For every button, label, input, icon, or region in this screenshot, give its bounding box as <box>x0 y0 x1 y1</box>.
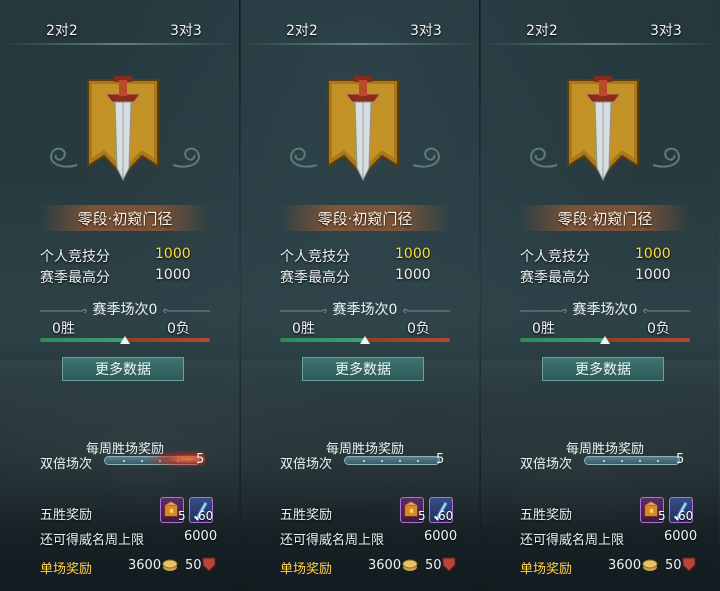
personal-score-value: 1000 <box>395 246 431 262</box>
cloud-ornament-right-icon <box>652 147 680 168</box>
tab-3v3[interactable]: 3对3 <box>410 20 442 40</box>
personal-score-label: 个人竞技分 <box>520 249 590 265</box>
chest-count: 5 <box>178 509 186 523</box>
personal-score-label: 个人竞技分 <box>40 249 110 265</box>
single-shield-value: 50 <box>185 558 202 573</box>
double-matches-count: 5 <box>196 452 205 467</box>
double-matches-progress <box>584 456 680 465</box>
arena-panel-3: 2对2 3对3 零段·初窥门径 个人竞技分 1000 赛季最高分 1000 赛季… <box>480 0 719 591</box>
fame-weekly-cap-label: 还可得威名周上限 <box>40 533 145 548</box>
double-matches-label: 双倍场次 <box>40 457 93 472</box>
double-matches-count: 5 <box>676 452 685 467</box>
rank-sword-banner-icon <box>327 76 399 182</box>
single-coin-value: 3600 <box>368 558 402 573</box>
single-match-reward-label: 单场奖励 <box>40 562 93 577</box>
wins-count: 0胜 <box>52 321 75 337</box>
blade-count: 60 <box>198 509 214 523</box>
season-best-value: 1000 <box>635 267 671 283</box>
win-loss-marker <box>600 336 610 344</box>
blade-count: 60 <box>678 509 694 523</box>
personal-score-value: 1000 <box>635 246 671 262</box>
tab-2v2[interactable]: 2对2 <box>526 20 558 40</box>
coin-icon <box>402 559 418 571</box>
fame-weekly-cap-value: 6000 <box>184 529 218 544</box>
season-matches: 赛季场次0 <box>92 302 158 318</box>
cloud-ornament-right-icon <box>412 147 440 168</box>
single-coin-value: 3600 <box>128 558 162 573</box>
single-shield-value: 50 <box>665 558 682 573</box>
rank-sword-banner-icon <box>87 76 159 182</box>
cloud-ornament-left-icon <box>50 147 78 168</box>
shield-icon <box>442 557 456 572</box>
divider-ornament-right-icon <box>163 308 210 314</box>
single-shield-value: 50 <box>425 558 442 573</box>
double-matches-count: 5 <box>436 452 445 467</box>
cloud-ornament-left-icon <box>290 147 318 168</box>
double-matches-label: 双倍场次 <box>520 457 573 472</box>
fame-weekly-cap-label: 还可得威名周上限 <box>520 533 625 548</box>
tab-2v2[interactable]: 2对2 <box>46 20 78 40</box>
shield-icon <box>682 557 696 572</box>
wins-count: 0胜 <box>292 321 315 337</box>
season-best-label: 赛季最高分 <box>280 270 350 286</box>
win-loss-marker <box>360 336 370 344</box>
tab-2v2[interactable]: 2对2 <box>286 20 318 40</box>
personal-score-label: 个人竞技分 <box>280 249 350 265</box>
single-coin-value: 3600 <box>608 558 642 573</box>
tab-underline <box>240 43 479 45</box>
tab-3v3[interactable]: 3对3 <box>650 20 682 40</box>
coin-icon <box>642 559 658 571</box>
season-best-value: 1000 <box>155 267 191 283</box>
shield-icon <box>202 557 216 572</box>
losses-count: 0负 <box>407 321 430 337</box>
arena-panel-1: 2对2 3对3 零段·初窥门径 个人竞技分 1000 赛季最高分 1000 赛季… <box>0 0 239 591</box>
arena-panel-2: 2对2 3对3 零段·初窥门径 个人竞技分 1000 赛季最高分 1000 赛季… <box>240 0 479 591</box>
fame-weekly-cap-value: 6000 <box>664 529 698 544</box>
season-matches: 赛季场次0 <box>332 302 398 318</box>
fame-weekly-cap-value: 6000 <box>424 529 458 544</box>
season-best-label: 赛季最高分 <box>40 270 110 286</box>
single-match-reward-label: 单场奖励 <box>520 562 573 577</box>
chest-count: 5 <box>418 509 426 523</box>
personal-score-value: 1000 <box>155 246 191 262</box>
double-matches-label: 双倍场次 <box>280 457 333 472</box>
tab-underline <box>0 43 239 45</box>
divider-ornament-right-icon <box>643 308 690 314</box>
rank-name: 零段·初窥门径 <box>557 210 653 228</box>
five-win-reward-label: 五胜奖励 <box>280 508 333 523</box>
tab-underline <box>480 43 719 45</box>
coin-icon <box>162 559 178 571</box>
five-win-reward-label: 五胜奖励 <box>520 508 573 523</box>
chest-count: 5 <box>658 509 666 523</box>
five-win-reward-label: 五胜奖励 <box>40 508 93 523</box>
losses-count: 0负 <box>167 321 190 337</box>
tab-3v3[interactable]: 3对3 <box>170 20 202 40</box>
wins-count: 0胜 <box>532 321 555 337</box>
season-best-value: 1000 <box>395 267 431 283</box>
single-match-reward-label: 单场奖励 <box>280 562 333 577</box>
more-data-button[interactable]: 更多数据 <box>302 357 424 381</box>
season-best-label: 赛季最高分 <box>520 270 590 286</box>
more-data-button[interactable]: 更多数据 <box>542 357 664 381</box>
cloud-ornament-left-icon <box>530 147 558 168</box>
double-matches-progress <box>344 456 440 465</box>
rank-sword-banner-icon <box>567 76 639 182</box>
rank-name: 零段·初窥门径 <box>77 210 173 228</box>
rank-name: 零段·初窥门径 <box>317 210 413 228</box>
weekly-wins-reward-title: 每周胜场奖励 <box>85 442 164 457</box>
divider-ornament-right-icon <box>403 308 450 314</box>
losses-count: 0负 <box>647 321 670 337</box>
fame-weekly-cap-label: 还可得威名周上限 <box>280 533 385 548</box>
cloud-ornament-right-icon <box>172 147 200 168</box>
more-data-button[interactable]: 更多数据 <box>62 357 184 381</box>
weekly-wins-reward-title: 每周胜场奖励 <box>325 442 404 457</box>
blade-count: 60 <box>438 509 454 523</box>
win-loss-marker <box>120 336 130 344</box>
